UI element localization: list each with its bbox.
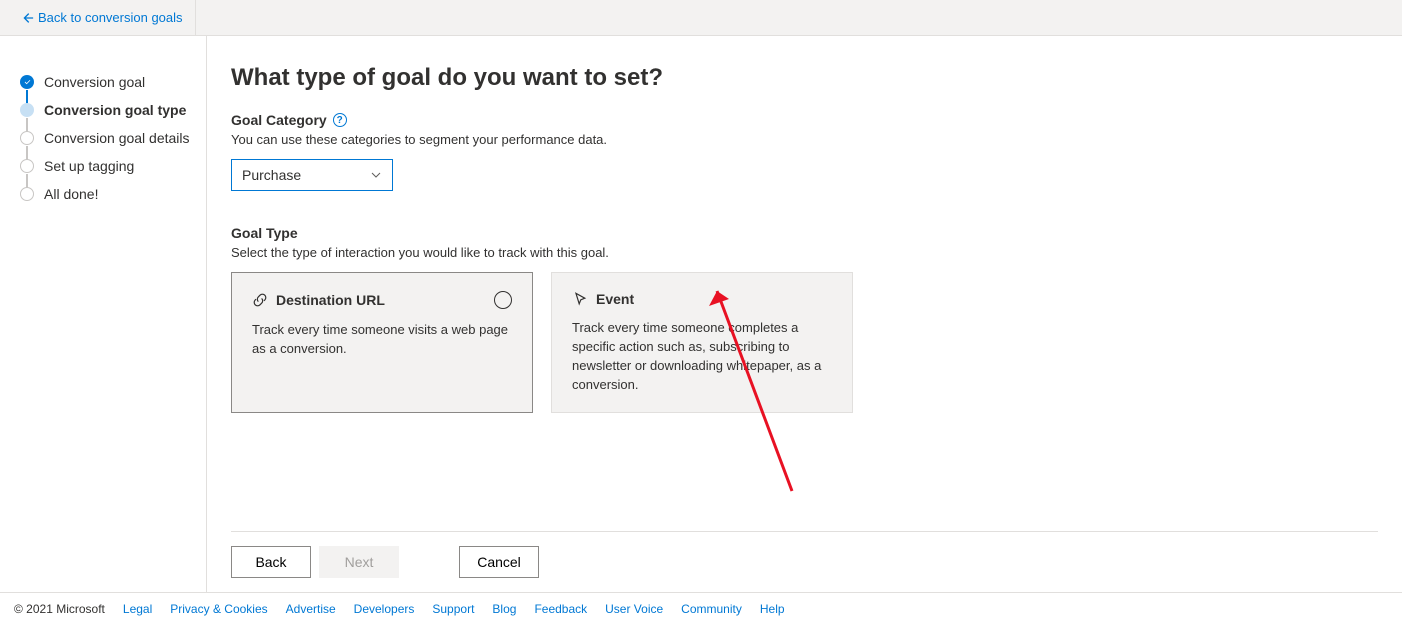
goal-type-cards: Destination URL Track every time someone… — [231, 272, 1378, 413]
goal-category-desc: You can use these categories to segment … — [231, 132, 1378, 147]
next-button: Next — [319, 546, 399, 578]
wizard-steps-sidebar: Conversion goal Conversion goal type Con… — [0, 36, 207, 592]
back-to-goals-link[interactable]: Back to conversion goals — [8, 0, 196, 35]
card-header: Destination URL — [252, 291, 512, 309]
footer-link-blog[interactable]: Blog — [492, 602, 516, 616]
step-label: All done! — [44, 186, 98, 202]
main-content: What type of goal do you want to set? Go… — [231, 64, 1378, 531]
arrow-left-icon — [20, 11, 34, 25]
footer-link-developers[interactable]: Developers — [354, 602, 415, 616]
footer-link-privacy[interactable]: Privacy & Cookies — [170, 602, 267, 616]
card-title: Destination URL — [252, 292, 385, 308]
page-heading: What type of goal do you want to set? — [231, 64, 1378, 92]
help-icon[interactable]: ? — [333, 113, 347, 127]
footer-link-community[interactable]: Community — [681, 602, 742, 616]
back-button[interactable]: Back — [231, 546, 311, 578]
step-label: Conversion goal — [44, 74, 145, 90]
goal-category-label: Goal Category ? — [231, 112, 1378, 128]
step-indicator-upcoming-icon — [20, 159, 34, 173]
card-desc: Track every time someone completes a spe… — [572, 319, 832, 394]
step-all-done[interactable]: All done! — [20, 180, 198, 208]
copyright: © 2021 Microsoft — [14, 602, 105, 616]
card-title-text: Destination URL — [276, 292, 385, 308]
cancel-button[interactable]: Cancel — [459, 546, 539, 578]
step-indicator-upcoming-icon — [20, 131, 34, 145]
main-panel: What type of goal do you want to set? Go… — [207, 36, 1402, 592]
radio-icon — [494, 291, 512, 309]
step-label: Conversion goal type — [44, 102, 186, 118]
card-event[interactable]: Event Track every time someone completes… — [551, 272, 853, 413]
footer-link-legal[interactable]: Legal — [123, 602, 152, 616]
footer-link-support[interactable]: Support — [432, 602, 474, 616]
step-conversion-goal-type[interactable]: Conversion goal type — [20, 96, 198, 124]
back-link-label: Back to conversion goals — [38, 10, 183, 25]
goal-type-label: Goal Type — [231, 225, 1378, 241]
cursor-icon — [572, 291, 588, 307]
card-header: Event — [572, 291, 832, 307]
footer-link-help[interactable]: Help — [760, 602, 785, 616]
footer-link-advertise[interactable]: Advertise — [286, 602, 336, 616]
dropdown-value: Purchase — [242, 167, 301, 183]
step-indicator-upcoming-icon — [20, 187, 34, 201]
layout: Conversion goal Conversion goal type Con… — [0, 36, 1402, 592]
step-set-up-tagging[interactable]: Set up tagging — [20, 152, 198, 180]
step-conversion-goal-details[interactable]: Conversion goal details — [20, 124, 198, 152]
card-destination-url[interactable]: Destination URL Track every time someone… — [231, 272, 533, 413]
footer-link-user-voice[interactable]: User Voice — [605, 602, 663, 616]
step-conversion-goal[interactable]: Conversion goal — [20, 68, 198, 96]
label-text: Goal Type — [231, 225, 298, 241]
step-indicator-current-icon — [20, 103, 34, 117]
footer-link-feedback[interactable]: Feedback — [534, 602, 587, 616]
link-icon — [252, 292, 268, 308]
goal-type-desc: Select the type of interaction you would… — [231, 245, 1378, 260]
wizard-buttons: Back Next Cancel — [231, 531, 1378, 592]
card-title: Event — [572, 291, 634, 307]
step-label: Conversion goal details — [44, 130, 190, 146]
chevron-down-icon — [370, 169, 382, 181]
card-title-text: Event — [596, 291, 634, 307]
card-desc: Track every time someone visits a web pa… — [252, 321, 512, 359]
step-label: Set up tagging — [44, 158, 134, 174]
footer: © 2021 Microsoft Legal Privacy & Cookies… — [0, 592, 1402, 624]
label-text: Goal Category — [231, 112, 327, 128]
step-indicator-completed-icon — [20, 75, 34, 89]
goal-category-dropdown[interactable]: Purchase — [231, 159, 393, 191]
top-bar: Back to conversion goals — [0, 0, 1402, 36]
